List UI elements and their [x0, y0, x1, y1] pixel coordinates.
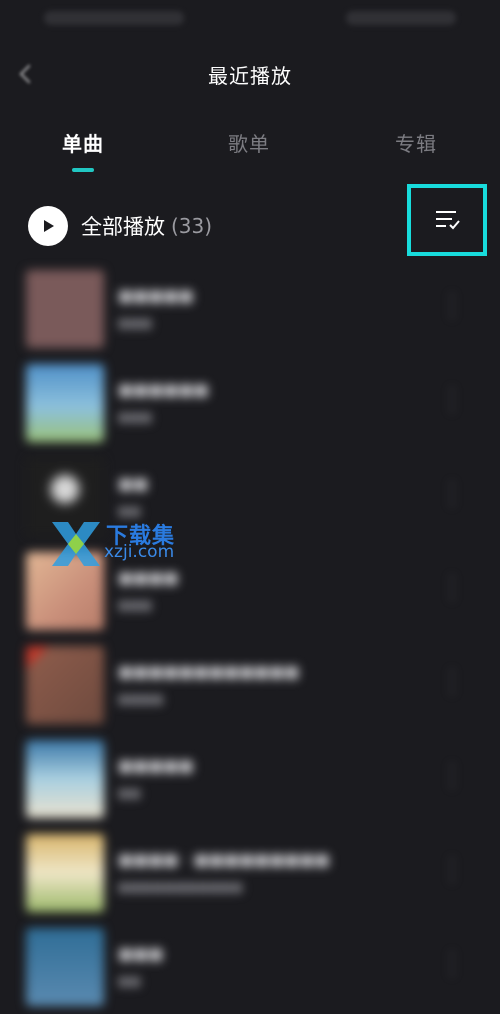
more-options-icon[interactable]: · · · — [446, 852, 458, 890]
sort-list-icon — [436, 211, 460, 230]
more-options-icon[interactable]: · · · — [446, 382, 458, 420]
status-bar — [0, 0, 500, 36]
list-item[interactable]: ■■■■■ ■■■ · · · — [0, 262, 500, 356]
song-title: ■■■■ · ■■■■■■■■■ — [118, 850, 330, 869]
song-title: ■■■■■ — [118, 286, 194, 305]
watermark-domain: xzji.com — [104, 542, 175, 562]
active-tab-indicator — [72, 168, 94, 172]
tab-playlists[interactable]: 歌单 — [228, 128, 270, 157]
more-options-icon[interactable]: · · · — [446, 570, 458, 608]
song-artist: ■■■ — [118, 316, 153, 330]
song-title: ■■■ — [118, 944, 164, 963]
album-cover — [26, 270, 104, 348]
song-title: ■■ — [118, 474, 149, 493]
song-artist: ■■ — [118, 786, 141, 800]
list-item[interactable]: ■■■■■■ ■■■ · · · — [0, 356, 500, 450]
song-title: ■■■■ — [118, 568, 179, 587]
song-artist: ■■■■ — [118, 692, 164, 706]
song-artist: ■■■ — [118, 410, 153, 424]
song-artist: ■■ — [118, 974, 141, 988]
song-artist: ■■■■■■■■■■■ — [118, 880, 243, 894]
song-artist: ■■ — [118, 504, 141, 518]
play-all-button[interactable]: 全部播放 (33) — [28, 204, 212, 248]
list-item[interactable]: ■■■■■■■■■■■■ ■■■■ · · · — [0, 638, 500, 732]
more-options-icon[interactable]: · · · — [446, 476, 458, 514]
song-title: ■■■■■■■■■■■■ — [118, 662, 300, 681]
more-options-icon[interactable]: · · · — [446, 758, 458, 796]
more-options-icon[interactable]: · · · — [446, 946, 458, 984]
tab-albums[interactable]: 专辑 — [395, 128, 437, 157]
status-bar-left-info — [44, 11, 184, 25]
play-all-label: 全部播放 — [81, 215, 165, 239]
album-cover — [26, 364, 104, 442]
status-bar-right-info — [346, 11, 456, 25]
song-count: (33) — [171, 214, 213, 238]
song-artist: ■■■ — [118, 598, 153, 612]
tab-songs[interactable]: 单曲 — [62, 128, 104, 157]
play-icon — [28, 206, 68, 246]
more-options-icon[interactable]: · · · — [446, 664, 458, 702]
watermark-logo-icon — [52, 522, 100, 566]
sort-button[interactable] — [407, 184, 487, 256]
album-cover — [26, 834, 104, 912]
list-item[interactable]: ■■■■■ ■■ · · · — [0, 732, 500, 826]
watermark: 下载集 xzji.com — [48, 518, 198, 568]
list-item[interactable]: ■■■ ■■ · · · — [0, 920, 500, 1014]
page-title: 最近播放 — [208, 64, 292, 88]
song-title: ■■■■■ — [118, 756, 194, 775]
album-cover — [26, 646, 104, 724]
album-cover — [26, 740, 104, 818]
album-cover — [26, 928, 104, 1006]
song-title: ■■■■■■ — [118, 380, 209, 399]
list-item[interactable]: ■■■■ · ■■■■■■■■■ ■■■■■■■■■■■ · · · — [0, 826, 500, 920]
more-options-icon[interactable]: · · · — [446, 288, 458, 326]
tab-bar: 单曲 歌单 专辑 — [0, 128, 500, 178]
